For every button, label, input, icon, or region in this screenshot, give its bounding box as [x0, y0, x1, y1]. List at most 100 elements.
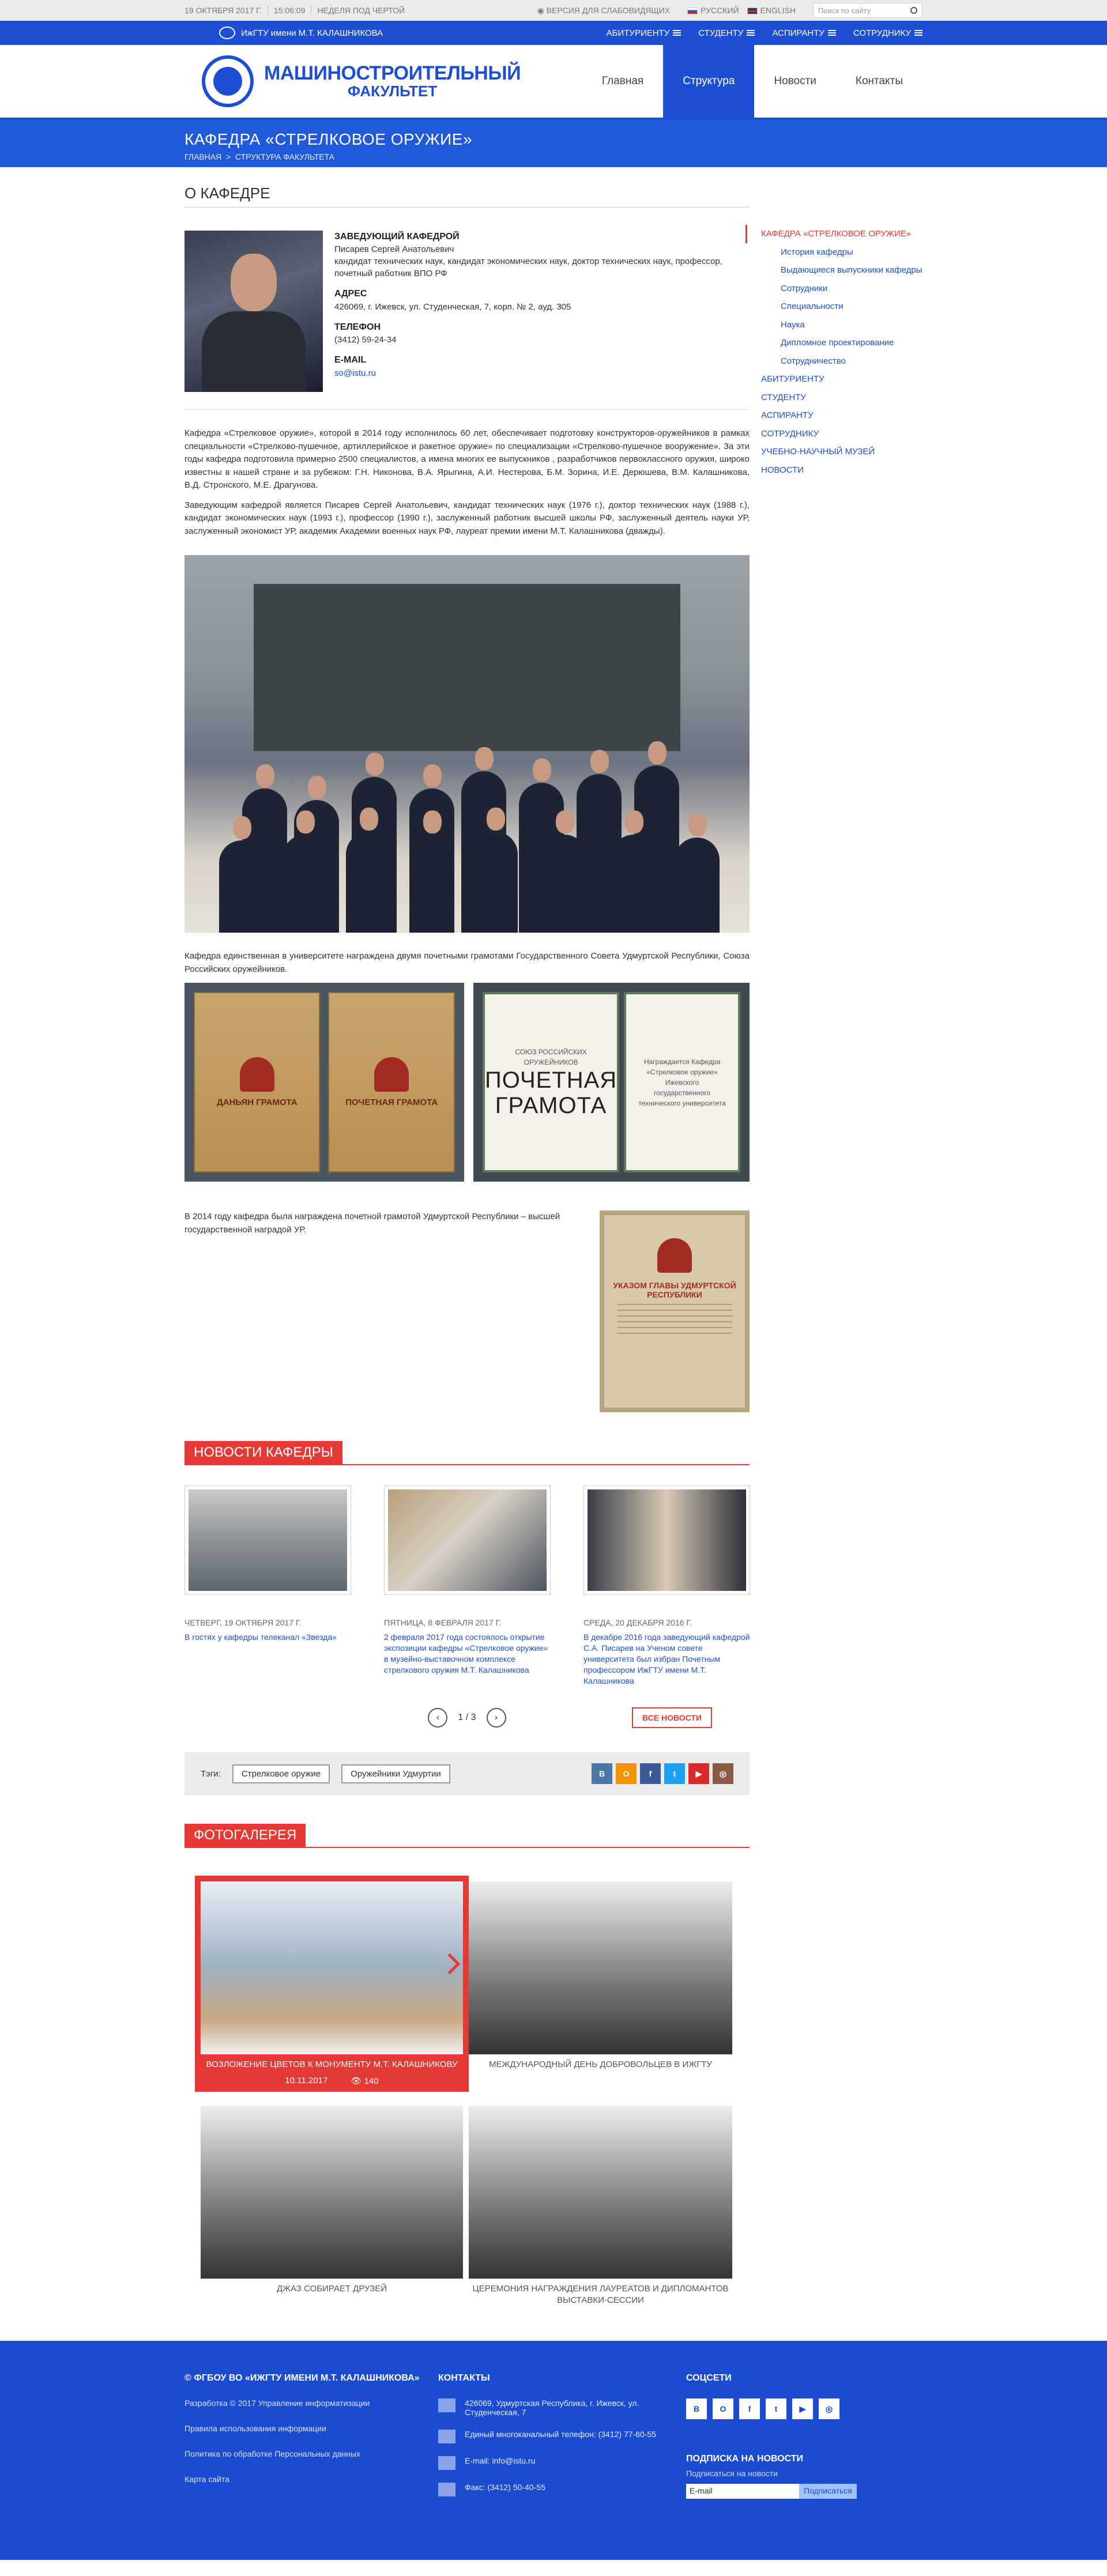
- sidebar-item-graduates[interactable]: Выдающиеся выпускники кафедры: [761, 261, 922, 280]
- news-title-link[interactable]: В декабре 2016 года заведующий кафедрой …: [583, 1632, 750, 1686]
- faculty-logo[interactable]: МАШИНОСТРОИТЕЛЬНЫЙ ФАКУЛЬТЕТ: [202, 55, 521, 107]
- next-page-button[interactable]: ›: [486, 1708, 506, 1728]
- menu-student[interactable]: СТУДЕНТУ: [698, 28, 755, 38]
- award-certificates-udmurt[interactable]: ДАНЬЯН ГРАМОТА ПОЧЕТНАЯ ГРАМОТА: [184, 983, 464, 1182]
- sidebar-item-museum[interactable]: УЧЕБНО-НАУЧНЫЙ МУЗЕЙ: [761, 443, 922, 461]
- gallery-item[interactable]: ДЖАЗ СОБИРАЕТ ДРУЗЕЙ: [195, 2105, 469, 2307]
- footer-link-rules[interactable]: Правила использования информации: [184, 2424, 438, 2433]
- vk-icon[interactable]: В: [686, 2398, 707, 2420]
- gallery-image[interactable]: [469, 2105, 732, 2279]
- sidebar-item-news[interactable]: НОВОСТИ: [761, 461, 922, 480]
- breadcrumb: ГЛАВНАЯ > СТРУКТУРА ФАКУЛЬТЕТА: [184, 152, 335, 161]
- award-certificate-gunsmiths[interactable]: СОЮЗ РОССИЙСКИХ ОРУЖЕЙНИКОВ ПОЧЕТНАЯ ГРАМО…: [473, 983, 750, 1182]
- news-item[interactable]: ЧЕТВЕРГ, 19 ОКТЯБРЯ 2017 Г. В гостях у к…: [184, 1485, 351, 1686]
- sidebar-item-student[interactable]: СТУДЕНТУ: [761, 389, 922, 407]
- instagram-icon[interactable]: ◎: [713, 1763, 733, 1785]
- facebook-icon[interactable]: f: [640, 1763, 661, 1785]
- date-info: 19 ОКТЯБРЯ 2017 Г. 15:06:09 НЕДЕЛЯ ПОД Ч…: [184, 6, 411, 15]
- search-icon[interactable]: [910, 7, 917, 14]
- gallery-image[interactable]: [469, 1881, 732, 2055]
- sidebar-item-diploma[interactable]: Дипломное проектирование: [761, 334, 922, 352]
- gallery-section-header: ФОТОГАЛЕРЕЯ: [184, 1824, 750, 1849]
- university-name: ИжГТУ имени М.Т. КАЛАШНИКОВА: [241, 28, 383, 38]
- menu-icon: [747, 30, 755, 36]
- tag-link[interactable]: Стрелковое оружие: [232, 1764, 330, 1783]
- footer-contacts-title: КОНТАКТЫ: [438, 2373, 490, 2383]
- sidebar-item-department[interactable]: КАФЕДРА «СТРЕЛКОВОЕ ОРУЖИЕ»: [745, 225, 922, 243]
- instagram-icon[interactable]: ◎: [819, 2398, 839, 2420]
- odnoklassniki-icon[interactable]: О: [713, 2398, 733, 2420]
- phone-label: ТЕЛЕФОН: [334, 322, 381, 332]
- menu-applicant[interactable]: АБИТУРИЕНТУ: [607, 28, 681, 38]
- page-title: КАФЕДРА «СТРЕЛКОВОЕ ОРУЖИЕ»: [184, 130, 473, 148]
- email-link[interactable]: so@istu.ru: [334, 367, 750, 379]
- news-item[interactable]: СРЕДА, 20 ДЕКАБРЯ 2016 Г. В декабре 2016…: [583, 1485, 750, 1686]
- sidebar-item-employee[interactable]: СОТРУДНИКУ: [761, 425, 922, 443]
- award1b-label: ПОЧЕТНАЯ ГРАМОТА: [345, 1097, 438, 1107]
- breadcrumb-home[interactable]: ГЛАВНАЯ: [184, 152, 221, 161]
- fax-icon: [438, 2483, 455, 2497]
- youtube-icon[interactable]: ▶: [792, 2398, 813, 2420]
- tags-bar: Тэги: Стрелковое оружие Оружейники Удмур…: [184, 1752, 750, 1796]
- tags-label: Тэги:: [201, 1768, 221, 1779]
- main-menu: Главная Структура Новости Контакты: [582, 45, 922, 118]
- subscribe-email-input[interactable]: E-mail: [686, 2484, 799, 2499]
- gallery-image[interactable]: [201, 2105, 463, 2279]
- news-title-link[interactable]: 2 февраля 2017 года состоялось открытие …: [384, 1632, 551, 1676]
- subscribe-button[interactable]: Подписаться: [799, 2484, 857, 2499]
- sidebar-item-staff[interactable]: Сотрудники: [761, 280, 922, 298]
- twitter-icon[interactable]: t: [664, 1763, 685, 1785]
- main-menu-contacts[interactable]: Контакты: [836, 45, 922, 118]
- gallery-image[interactable]: [201, 1881, 463, 2055]
- odnoklassniki-icon[interactable]: О: [616, 1763, 637, 1785]
- tag-link[interactable]: Оружейники Удмуртии: [341, 1764, 450, 1783]
- footer-phone: Единый многоканальный телефон: (3412) 77…: [465, 2430, 657, 2439]
- university-link[interactable]: ИжГТУ имени М.Т. КАЛАШНИКОВА: [219, 27, 383, 39]
- facebook-icon[interactable]: f: [739, 2398, 760, 2420]
- footer-link-privacy[interactable]: Политика по обработке Персональных данны…: [184, 2449, 438, 2458]
- gallery-item[interactable]: МЕЖДУНАРОДНЫЙ ДЕНЬ ДОБРОВОЛЬЦЕВ В ИЖГТУ: [469, 1876, 732, 2091]
- news-image[interactable]: [588, 1489, 746, 1591]
- university-logo-icon: [219, 27, 235, 39]
- news-title-link[interactable]: В гостях у кафедры телеканал «Звезда»: [184, 1632, 351, 1643]
- sidebar-item-applicant[interactable]: АБИТУРИЕНТУ: [761, 370, 922, 389]
- main-menu-structure[interactable]: Структура: [663, 45, 755, 118]
- university-nav: ИжГТУ имени М.Т. КАЛАШНИКОВА АБИТУРИЕНТУ…: [0, 21, 1107, 45]
- footer-email[interactable]: E-mail: info@istu.ru: [465, 2456, 535, 2470]
- department-sidebar: КАФЕДРА «СТРЕЛКОВОЕ ОРУЖИЕ» История кафе…: [745, 184, 922, 2306]
- twitter-icon[interactable]: t: [766, 2398, 786, 2420]
- footer-link-developer[interactable]: Разработка © 2017 Управление информатиза…: [184, 2398, 438, 2408]
- sidebar-item-postgrad[interactable]: АСПИРАНТУ: [761, 406, 922, 425]
- department-group-photo: [184, 555, 750, 933]
- head-of-department: ЗАВЕДУЮЩИЙ КАФЕДРОЙ Писарев Сергей Анато…: [184, 231, 750, 392]
- sidebar-item-specialties[interactable]: Специальности: [761, 297, 922, 316]
- head-label: ЗАВЕДУЮЩИЙ КАФЕДРОЙ: [334, 232, 460, 242]
- all-news-button[interactable]: ВСЕ НОВОСТИ: [632, 1707, 712, 1729]
- lang-ru-link[interactable]: РУССКИЙ: [687, 6, 739, 15]
- accessibility-link[interactable]: ◉ ВЕРСИЯ ДЛЯ СЛАБОВИДЯЩИХ: [537, 6, 670, 16]
- sidebar-item-cooperation[interactable]: Сотрудничество: [761, 352, 922, 371]
- menu-postgrad[interactable]: АСПИРАНТУ: [772, 28, 836, 38]
- footer-link-sitemap[interactable]: Карта сайта: [184, 2475, 438, 2484]
- news-image[interactable]: [388, 1489, 547, 1591]
- gallery-item-active[interactable]: ВОЗЛОЖЕНИЕ ЦВЕТОВ К МОНУМЕНТУ М.Т. КАЛАШ…: [195, 1876, 469, 2092]
- lang-en-link[interactable]: ENGLISH: [747, 6, 796, 15]
- vk-icon[interactable]: В: [592, 1763, 612, 1785]
- news-image[interactable]: [189, 1489, 347, 1591]
- site-header: МАШИНОСТРОИТЕЛЬНЫЙ ФАКУЛЬТЕТ Главная Стр…: [0, 45, 1107, 120]
- photo-gallery: ВОЗЛОЖЕНИЕ ЦВЕТОВ К МОНУМЕНТУ М.Т. КАЛАШ…: [195, 1876, 750, 2306]
- youtube-icon[interactable]: ▶: [688, 1763, 709, 1785]
- main-menu-home[interactable]: Главная: [582, 45, 663, 118]
- menu-staff[interactable]: СОТРУДНИКУ: [853, 28, 922, 38]
- award-certificate-republic[interactable]: УКАЗОМ ГЛАВЫ УДМУРТСКОЙ РЕСПУБЛИКИ: [600, 1210, 750, 1412]
- sidebar-item-history[interactable]: История кафедры: [761, 243, 922, 262]
- news-item[interactable]: ПЯТНИЦА, 8 ФЕВРАЛЯ 2017 Г. 2 февраля 201…: [384, 1485, 551, 1686]
- head-desc: кандидат технических наук, кандидат экон…: [334, 257, 722, 279]
- sidebar-item-science[interactable]: Наука: [761, 316, 922, 334]
- search-input[interactable]: Поиск по сайту: [813, 3, 922, 18]
- main-menu-news[interactable]: Новости: [754, 45, 836, 118]
- award3-title: УКАЗОМ ГЛАВЫ УДМУРТСКОЙ РЕСПУБЛИКИ: [613, 1281, 736, 1299]
- prev-page-button[interactable]: ‹: [428, 1708, 448, 1728]
- gallery-item[interactable]: ЦЕРЕМОНИЯ НАГРАЖДЕНИЯ ЛАУРЕАТОВ И ДИПЛОМ…: [469, 2105, 732, 2307]
- breadcrumb-structure[interactable]: СТРУКТУРА ФАКУЛЬТЕТА: [235, 152, 334, 161]
